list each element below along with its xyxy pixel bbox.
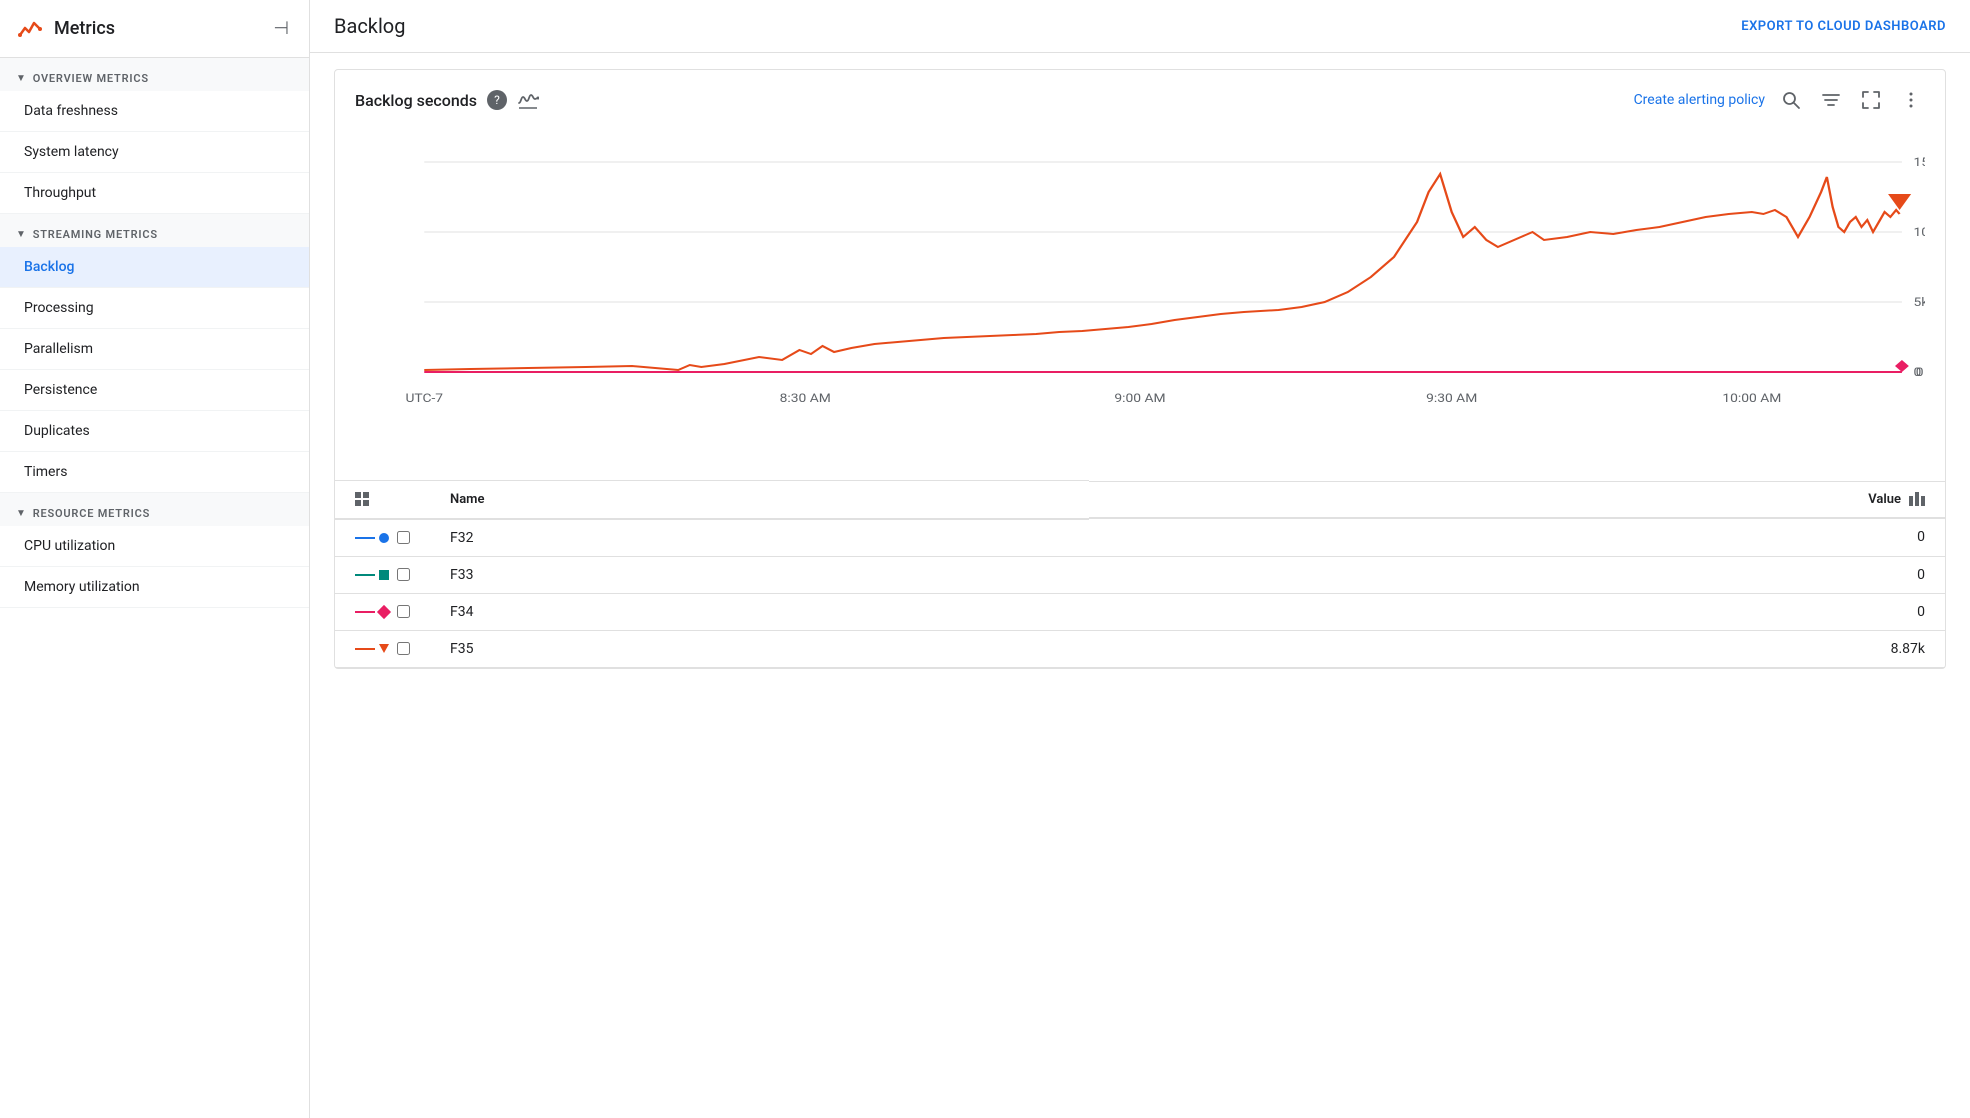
- export-to-cloud-dashboard-link[interactable]: EXPORT TO CLOUD DASHBOARD: [1741, 19, 1946, 34]
- svg-text:UTC-7: UTC-7: [405, 392, 443, 406]
- backlog-chart: 15k 10k 5k 0 UTC-7 8:30 AM 9:00 AM 9:30 …: [355, 122, 1925, 462]
- sidebar-item-backlog[interactable]: Backlog: [0, 247, 309, 288]
- svg-text:9:00 AM: 9:00 AM: [1114, 392, 1165, 406]
- more-vertical-icon: [1901, 90, 1921, 110]
- f35-legend-cell: [335, 630, 430, 667]
- chart-toolbar: Backlog seconds ? Create alerting policy: [335, 70, 1945, 122]
- f35-name: F35: [430, 630, 1089, 667]
- sidebar-item-cpu-utilization[interactable]: CPU utilization: [0, 526, 309, 567]
- resource-chevron-icon: ▼: [16, 508, 27, 519]
- f35-checkbox[interactable]: [397, 642, 410, 655]
- chart-actions: Create alerting policy: [1634, 86, 1925, 114]
- f35-value: 8.87k: [1089, 630, 1945, 667]
- sidebar-item-system-latency[interactable]: System latency: [0, 132, 309, 173]
- streaming-chevron-icon: ▼: [16, 229, 27, 240]
- f33-legend-cell: [335, 556, 430, 593]
- svg-text:9:30 AM: 9:30 AM: [1426, 392, 1477, 406]
- metrics-logo-icon: [16, 15, 44, 43]
- main-content: Backlog EXPORT TO CLOUD DASHBOARD Backlo…: [310, 0, 1970, 1118]
- overview-chevron-icon: ▼: [16, 73, 27, 84]
- page-title: Backlog: [334, 14, 405, 38]
- svg-text:15k: 15k: [1913, 156, 1925, 170]
- sidebar: Metrics ⊣ ▼ OVERVIEW METRICS Data freshn…: [0, 0, 310, 1118]
- sidebar-item-timers[interactable]: Timers: [0, 452, 309, 493]
- main-header: Backlog EXPORT TO CLOUD DASHBOARD: [310, 0, 1970, 53]
- chart-area: 15k 10k 5k 0 UTC-7 8:30 AM 9:00 AM 9:30 …: [335, 122, 1945, 472]
- collapse-sidebar-button[interactable]: ⊣: [269, 14, 293, 43]
- app-name: Metrics: [54, 18, 115, 39]
- sidebar-item-memory-utilization[interactable]: Memory utilization: [0, 567, 309, 608]
- fullscreen-icon: [1861, 90, 1881, 110]
- chart-title-area: Backlog seconds ?: [355, 89, 539, 111]
- value-column-header: Value: [1089, 481, 1945, 519]
- svg-text:10k: 10k: [1913, 226, 1925, 240]
- f33-checkbox[interactable]: [397, 568, 410, 581]
- sidebar-item-persistence[interactable]: Persistence: [0, 370, 309, 411]
- f32-legend-cell: [335, 519, 430, 557]
- sidebar-item-duplicates[interactable]: Duplicates: [0, 411, 309, 452]
- f34-checkbox[interactable]: [397, 605, 410, 618]
- f34-value: 0: [1089, 593, 1945, 630]
- svg-text:5k: 5k: [1913, 296, 1925, 310]
- svg-text:0: 0: [1916, 366, 1924, 380]
- f32-name: F32: [430, 519, 1089, 557]
- chart-panel: Backlog seconds ? Create alerting policy: [310, 53, 1970, 1118]
- sidebar-header: Metrics ⊣: [0, 0, 309, 58]
- resource-metrics-section: ▼ RESOURCE METRICS: [0, 493, 309, 526]
- svg-text:8:30 AM: 8:30 AM: [780, 392, 831, 406]
- svg-text:10:00 AM: 10:00 AM: [1722, 392, 1781, 406]
- table-row: F32 0: [335, 519, 1945, 557]
- fullscreen-button[interactable]: [1857, 86, 1885, 114]
- table-row: F33 0: [335, 556, 1945, 593]
- name-column-header: Name: [430, 481, 1089, 519]
- f34-name: F34: [430, 593, 1089, 630]
- legend-icon-header: [335, 481, 430, 519]
- grid-icon: [355, 492, 369, 506]
- sidebar-item-data-freshness[interactable]: Data freshness: [0, 91, 309, 132]
- chart-card: Backlog seconds ? Create alerting policy: [334, 69, 1946, 669]
- search-icon: [1781, 90, 1801, 110]
- metrics-wave-icon[interactable]: [517, 89, 539, 111]
- filter-button[interactable]: [1817, 86, 1845, 114]
- f34-legend-cell: [335, 593, 430, 630]
- f33-name: F33: [430, 556, 1089, 593]
- help-icon[interactable]: ?: [487, 90, 507, 110]
- search-button[interactable]: [1777, 86, 1805, 114]
- create-alerting-policy-link[interactable]: Create alerting policy: [1634, 92, 1765, 108]
- table-row: F34 0: [335, 593, 1945, 630]
- streaming-metrics-section: ▼ STREAMING METRICS: [0, 214, 309, 247]
- app-logo: Metrics: [16, 15, 115, 43]
- chart-title: Backlog seconds: [355, 91, 477, 110]
- more-options-button[interactable]: [1897, 86, 1925, 114]
- filter-icon: [1821, 90, 1841, 110]
- table-row: F35 8.87k: [335, 630, 1945, 667]
- legend-table: Name Value: [335, 480, 1945, 668]
- f32-checkbox[interactable]: [397, 531, 410, 544]
- sidebar-item-throughput[interactable]: Throughput: [0, 173, 309, 214]
- overview-metrics-section: ▼ OVERVIEW METRICS: [0, 58, 309, 91]
- sidebar-item-parallelism[interactable]: Parallelism: [0, 329, 309, 370]
- f33-value: 0: [1089, 556, 1945, 593]
- f32-value: 0: [1089, 519, 1945, 557]
- columns-view-icon[interactable]: [1909, 492, 1925, 506]
- sidebar-item-processing[interactable]: Processing: [0, 288, 309, 329]
